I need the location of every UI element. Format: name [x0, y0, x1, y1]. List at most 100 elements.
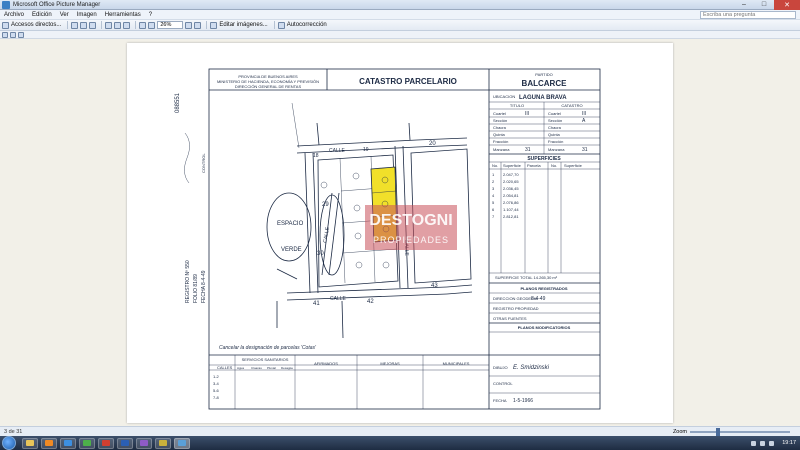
zoom-select[interactable]: 26% — [157, 21, 184, 29]
edit-images-icon — [210, 21, 218, 29]
zoom-out-icon[interactable] — [194, 21, 202, 29]
svg-text:Agua: Agua — [237, 366, 244, 370]
superficies-headers: No. Superficie Parcela No. Superficie — [492, 163, 583, 168]
taskbar-picture-manager[interactable] — [174, 437, 190, 449]
partido-value: BALCARCE — [522, 79, 568, 88]
menu-ver[interactable]: Ver — [56, 12, 73, 18]
svg-text:2.054,81: 2.054,81 — [503, 193, 519, 198]
svg-text:Chacra: Chacra — [548, 125, 562, 130]
svg-text:Cuartel: Cuartel — [493, 111, 506, 116]
superficie-total: SUPERFICIE TOTAL 14.265,30 m² — [495, 275, 558, 280]
margin-control: CONTROL — [201, 153, 206, 173]
svg-text:A: A — [582, 118, 586, 124]
email-icon[interactable] — [89, 21, 97, 29]
help-search-input[interactable]: Escriba una pregunta — [700, 10, 796, 19]
zoom-in-icon[interactable] — [185, 21, 193, 29]
header-direccion: DIRECCIÓN GENERAL DE RENTAS — [235, 84, 302, 89]
document-title: CATASTRO PARCELARIO — [359, 77, 457, 86]
control-label: CONTROL — [493, 381, 513, 386]
print-icon[interactable] — [80, 21, 88, 29]
save-icon[interactable] — [71, 21, 79, 29]
taskbar-app[interactable] — [136, 437, 152, 449]
svg-text:No.: No. — [492, 163, 498, 168]
street-label: CALLE — [322, 226, 331, 243]
undo-icon[interactable] — [139, 21, 147, 29]
svg-text:31: 31 — [525, 147, 531, 153]
svg-text:Chacra: Chacra — [493, 125, 507, 130]
taskbar-app[interactable] — [98, 437, 114, 449]
image-workspace: .ln { stroke: #1c2a44; stroke-width: 0.8… — [0, 39, 800, 426]
title-bar: Microsoft Office Picture Manager – □ ✕ — [0, 0, 800, 10]
edit-images-button[interactable]: Editar imágenes... — [210, 21, 268, 29]
margin-folio: FOLIO 81/89 — [193, 274, 199, 303]
taskbar-media-player[interactable] — [41, 437, 57, 449]
rotate-left-icon[interactable] — [105, 21, 113, 29]
direccion-geodesia-value: 8-4-49 — [531, 296, 546, 302]
thumbnail-view-icon[interactable] — [2, 31, 8, 38]
redo-icon[interactable] — [148, 21, 156, 29]
ubicacion-label: UBICACION — [493, 94, 515, 99]
watermark-text: DESTOGNI — [369, 212, 452, 229]
clock[interactable]: 19:17 — [782, 440, 796, 446]
watermark-subtext: PROPIEDADES — [373, 235, 449, 245]
block-number-20: 20 — [429, 141, 436, 147]
app-icon — [102, 440, 110, 446]
block-number-18: 18 — [313, 153, 319, 159]
svg-text:Quinta: Quinta — [548, 132, 561, 137]
delete-icon[interactable] — [123, 21, 131, 29]
svg-text:31: 31 — [582, 147, 588, 153]
street-label: CALLE — [330, 296, 347, 302]
close-button[interactable]: ✕ — [774, 0, 800, 10]
zoom-slider-thumb[interactable] — [716, 427, 720, 436]
zoom-slider[interactable] — [690, 427, 790, 436]
single-view-icon[interactable] — [18, 31, 24, 38]
svg-text:Desagüe: Desagüe — [281, 366, 293, 370]
taskbar-browser[interactable] — [60, 437, 76, 449]
network-icon[interactable] — [751, 440, 757, 446]
table-header-calles: CALLES — [217, 365, 233, 370]
svg-text:6: 6 — [492, 207, 495, 212]
shortcuts-label: Accesos directos... — [11, 22, 62, 28]
menu-herramientas[interactable]: Herramientas — [101, 12, 145, 18]
menu-imagen[interactable]: Imagen — [73, 12, 101, 18]
menu-help[interactable]: ? — [145, 12, 156, 18]
svg-text:2.036,45: 2.036,45 — [503, 186, 519, 191]
taskbar-app[interactable] — [155, 437, 171, 449]
block-number-43: 43 — [431, 283, 438, 289]
espacio-verde-label: ESPACIO — [277, 221, 304, 227]
volume-icon[interactable] — [760, 440, 766, 446]
start-button[interactable] — [2, 436, 16, 450]
block-number-19: 19 — [363, 147, 369, 153]
shortcuts-button[interactable]: Accesos directos... — [2, 21, 62, 29]
taskbar-app[interactable] — [79, 437, 95, 449]
block-number-30: 30 — [317, 251, 324, 257]
taskbar-word[interactable] — [117, 437, 133, 449]
rotate-right-icon[interactable] — [114, 21, 122, 29]
svg-text:3-4: 3-4 — [213, 381, 220, 386]
folder-icon — [26, 440, 34, 446]
table-header-municipales: MUNICIPALES — [443, 361, 470, 366]
svg-text:Pluvial: Pluvial — [267, 366, 276, 370]
superficies-values: 1 2.047,70 2 2.020,65 3 2.036,45 4 2.054,81 … — [492, 172, 519, 219]
view-toolbar — [0, 31, 800, 39]
svg-text:Sección: Sección — [493, 118, 507, 123]
autocorrect-button[interactable]: Autocorrección — [277, 21, 327, 29]
menu-edicion[interactable]: Edición — [28, 12, 56, 18]
document-serial: 088551 — [175, 92, 181, 113]
svg-text:Quinta: Quinta — [493, 132, 506, 137]
taskbar-explorer[interactable] — [22, 437, 38, 449]
system-tray: 19:17 — [751, 440, 800, 446]
svg-text:2: 2 — [492, 179, 495, 184]
app-icon — [159, 440, 167, 446]
window-title: Microsoft Office Picture Manager — [13, 1, 101, 8]
page-counter: 3 de 31 — [4, 428, 23, 435]
maximize-button[interactable]: □ — [754, 0, 774, 10]
svg-text:Cuartel: Cuartel — [548, 111, 561, 116]
scanned-document: .ln { stroke: #1c2a44; stroke-width: 0.8… — [127, 43, 673, 423]
flag-icon[interactable] — [769, 440, 775, 446]
toolbar-separator — [135, 21, 137, 29]
margin-fecha: FECHA 8-4-49 — [201, 270, 207, 303]
minimize-button[interactable]: – — [734, 0, 754, 10]
filmstrip-view-icon[interactable] — [10, 31, 16, 38]
menu-archivo[interactable]: Archivo — [0, 12, 28, 18]
